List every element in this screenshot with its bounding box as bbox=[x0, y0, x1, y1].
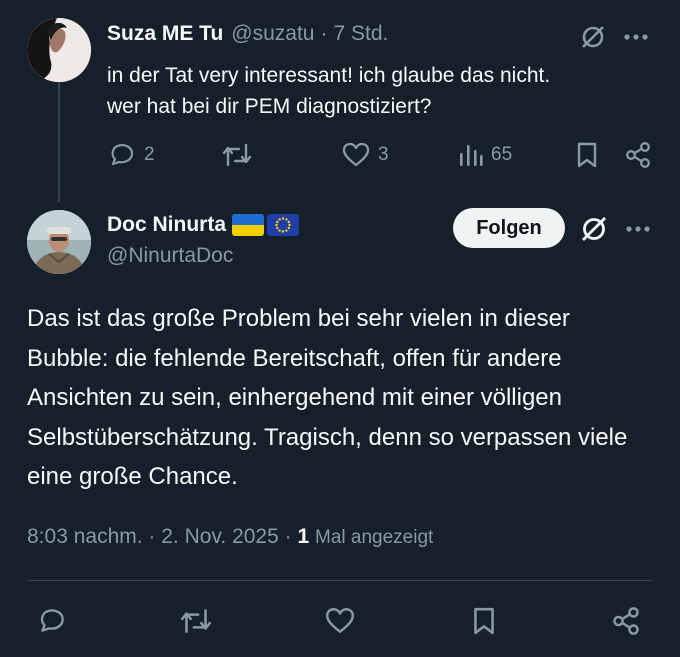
grok-icon[interactable] bbox=[580, 215, 608, 243]
reply-views-button[interactable]: 65 bbox=[458, 141, 512, 169]
ukraine-flag-icon bbox=[232, 214, 265, 236]
tweet-views-count: 1 bbox=[297, 525, 310, 548]
avatar-image bbox=[27, 18, 91, 82]
heart-icon bbox=[325, 608, 355, 633]
grok-icon[interactable] bbox=[580, 24, 606, 50]
reply-author-name[interactable]: Suza ME Tu bbox=[107, 22, 223, 46]
tweet-author-row: Doc Ninurta bbox=[107, 210, 300, 240]
reply-separator: · bbox=[320, 22, 328, 45]
reply-header: Suza ME Tu @suzatu · 7 Std. bbox=[107, 20, 388, 48]
repost-button[interactable] bbox=[178, 606, 214, 636]
more-options-icon[interactable] bbox=[624, 216, 652, 242]
tweet-views-label: Mal angezeigt bbox=[315, 527, 434, 548]
reply-replies-count: 2 bbox=[144, 144, 155, 165]
avatar-suza[interactable] bbox=[27, 18, 91, 82]
share-icon bbox=[626, 142, 650, 168]
comment-icon bbox=[111, 144, 134, 166]
like-button[interactable] bbox=[324, 606, 356, 636]
bookmark-icon bbox=[577, 142, 597, 168]
reply-bookmark-button[interactable] bbox=[575, 141, 599, 169]
avatar-image bbox=[27, 210, 91, 274]
follow-button[interactable]: Folgen bbox=[453, 208, 565, 248]
comment-icon bbox=[40, 609, 64, 632]
tweet-time[interactable]: 8:03 nachm. bbox=[27, 525, 143, 548]
reply-share-button[interactable] bbox=[624, 141, 652, 169]
more-options-icon[interactable] bbox=[622, 24, 650, 50]
bookmark-button[interactable] bbox=[471, 606, 497, 636]
meta-separator: · bbox=[148, 525, 156, 548]
avatar-doc-ninurta[interactable] bbox=[27, 210, 91, 274]
comment-button[interactable] bbox=[36, 606, 68, 636]
repost-icon bbox=[180, 609, 212, 633]
views-icon bbox=[460, 145, 483, 166]
reply-comment-button[interactable]: 2 bbox=[107, 141, 155, 169]
reply-views-count: 65 bbox=[491, 144, 513, 165]
share-button[interactable] bbox=[611, 606, 641, 636]
reply-text-line2: wer hat bei dir PEM diagnostiziert? bbox=[107, 95, 432, 118]
reply-author-handle[interactable]: @suzatu bbox=[231, 22, 314, 46]
tweet-detail-page: Suza ME Tu @suzatu · 7 Std. in der Tat v… bbox=[0, 0, 680, 657]
tweet-date[interactable]: 2. Nov. 2025 bbox=[161, 525, 279, 548]
tweet-metadata: 8:03 nachm. · 2. Nov. 2025 · 1 Mal angez… bbox=[27, 525, 433, 549]
reply-like-button[interactable]: 3 bbox=[341, 141, 389, 169]
meta-separator: · bbox=[284, 525, 292, 548]
tweet-author-handle[interactable]: @NinurtaDoc bbox=[107, 244, 233, 268]
eu-flag-icon bbox=[267, 214, 300, 236]
reply-repost-button[interactable] bbox=[220, 141, 254, 169]
tweet-author-name[interactable]: Doc Ninurta bbox=[107, 213, 226, 237]
reply-likes-count: 3 bbox=[378, 144, 389, 165]
tweet-text: Das ist das große Problem bei sehr viele… bbox=[27, 305, 628, 490]
share-icon bbox=[613, 607, 639, 635]
reply-text: in der Tat very interessant! ich glaube … bbox=[107, 60, 657, 122]
thread-connector-line bbox=[58, 80, 60, 202]
reply-timestamp[interactable]: 7 Std. bbox=[333, 22, 388, 46]
reply-text-line1: in der Tat very interessant! ich glaube … bbox=[107, 64, 551, 87]
heart-icon bbox=[342, 142, 370, 167]
divider bbox=[27, 580, 653, 581]
repost-icon bbox=[222, 143, 252, 167]
bookmark-icon bbox=[474, 607, 494, 635]
